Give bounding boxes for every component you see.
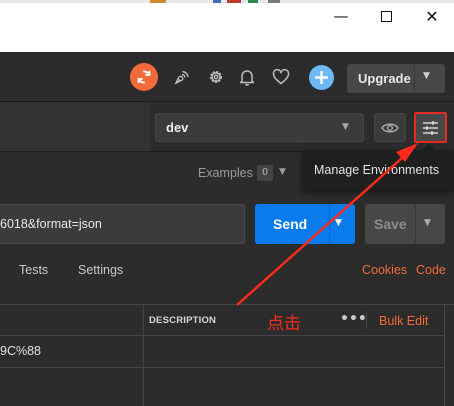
window-close-button[interactable]: ✕ [419,5,445,27]
table-border-right [444,304,445,406]
examples-count-badge: 0 [257,165,273,181]
table-row[interactable]: 9C%88 [0,344,41,358]
chevron-down-icon[interactable]: ▼ [424,218,431,228]
table-border-top [0,304,454,305]
environment-selected: dev [166,120,189,135]
bell-icon[interactable] [234,64,260,90]
code-link[interactable]: Code [416,263,446,277]
chevron-down-icon[interactable]: ▼ [279,167,286,177]
environment-quick-look-button[interactable] [374,113,406,142]
upgrade-label: Upgrade [358,71,411,86]
send-button[interactable]: Send ▼ [255,204,355,244]
request-tab[interactable] [0,102,150,152]
app-window: — ✕ Upgrade ▼ dev ▼ Examples 0 ▼ Manage … [0,0,454,406]
save-label: Save [374,216,407,232]
titlebar-edge [0,0,454,3]
gear-icon-graphic [210,71,222,83]
chevron-down-icon[interactable]: ▼ [423,71,430,81]
save-divider [415,204,416,244]
environment-select[interactable]: dev ▼ [155,113,364,142]
examples-label[interactable]: Examples [198,166,253,180]
heart-icon-graphic [272,69,290,85]
upgrade-divider [414,64,415,93]
bell-icon-graphic [239,70,255,86]
manage-environments-tooltip: Manage Environments [303,150,454,190]
sync-icon[interactable] [130,63,158,91]
more-options-icon[interactable]: ••• [340,311,367,327]
maximize-icon [380,10,392,22]
eye-icon [381,123,399,132]
cookies-link[interactable]: Cookies [362,263,407,277]
send-divider [329,204,330,244]
table-border-header [0,335,444,336]
plus-icon[interactable] [309,65,334,90]
table-column-divider [143,304,144,406]
upgrade-button[interactable]: Upgrade ▼ [347,64,445,93]
satellite-icon-graphic [174,70,189,85]
bulk-edit-link[interactable]: Bulk Edit [379,314,428,328]
app-header: Upgrade ▼ [0,52,454,102]
chevron-down-icon[interactable]: ▼ [335,218,342,228]
window-maximize-button[interactable] [373,5,399,27]
request-url-value: 6018&format=json [0,217,102,231]
table-border-row [0,367,444,368]
tab-settings[interactable]: Settings [78,263,123,277]
send-label: Send [273,216,308,232]
chevron-down-icon: ▼ [342,122,349,132]
save-button[interactable]: Save ▼ [365,204,445,244]
description-column-header: DESCRIPTION [149,315,217,326]
annotation-text: 点击 [267,314,301,334]
satellite-icon[interactable] [169,64,195,90]
gear-icon[interactable] [203,64,229,90]
window-titlebar: — ✕ [0,0,454,52]
tab-tests[interactable]: Tests [19,263,48,277]
plus-icon-graphic [315,71,328,84]
heart-icon[interactable] [268,64,294,90]
manage-environments-button[interactable] [414,112,447,143]
sliders-icon [423,120,438,135]
sync-icon-graphic [137,70,151,84]
window-minimize-button[interactable]: — [328,5,354,27]
request-url-input[interactable]: 6018&format=json [0,204,245,244]
